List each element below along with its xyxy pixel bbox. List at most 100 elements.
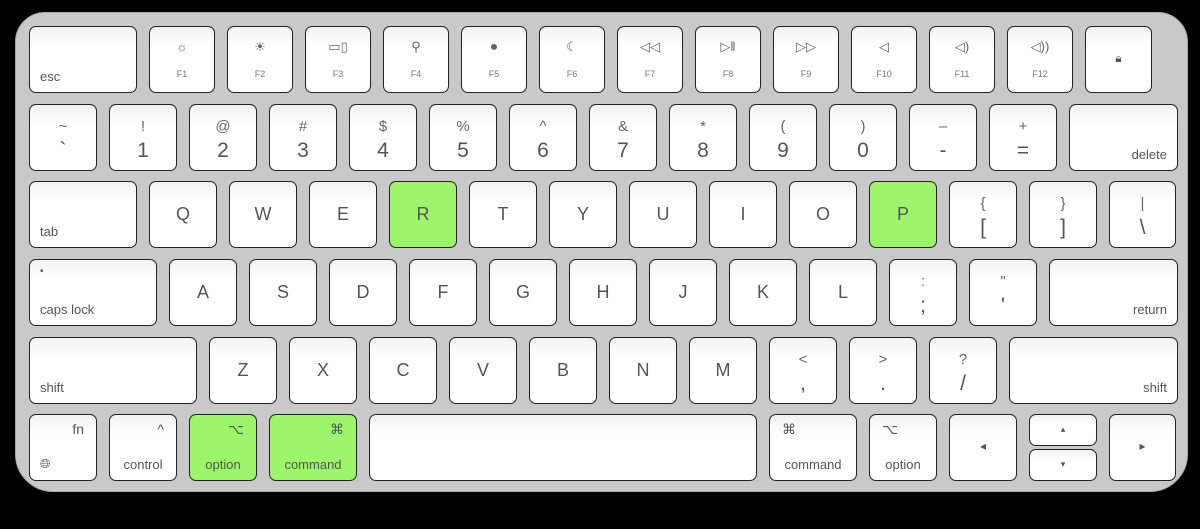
- key-a[interactable]: A: [169, 259, 237, 326]
- key-fn[interactable]: fn 🌐︎: [29, 414, 97, 481]
- key-quote[interactable]: " ': [969, 259, 1037, 326]
- key-delete[interactable]: delete: [1069, 104, 1178, 171]
- key-arrow-up[interactable]: ▴: [1029, 414, 1097, 446]
- key-arrow-right[interactable]: ▸: [1109, 414, 1176, 481]
- key-4[interactable]: $4: [349, 104, 417, 171]
- key-o[interactable]: O: [789, 181, 857, 248]
- key-slash[interactable]: ? /: [929, 337, 997, 404]
- key-f10[interactable]: ◁ F10: [851, 26, 917, 93]
- key-label: return: [1133, 302, 1167, 317]
- key-z[interactable]: Z: [209, 337, 277, 404]
- key-option-right[interactable]: ⌥ option: [869, 414, 937, 481]
- key-f5[interactable]: ⏺ F5: [461, 26, 527, 93]
- key-f11[interactable]: ◁) F11: [929, 26, 995, 93]
- key-row: fn 🌐︎ ^ control ⌥ option ⌘ command ⌘ command ⌥ opti…: [29, 414, 1176, 481]
- key-f6[interactable]: ☾ F6: [539, 26, 605, 93]
- key-k[interactable]: K: [729, 259, 797, 326]
- key-minus[interactable]: – -: [909, 104, 977, 171]
- key-option-left[interactable]: ⌥ option: [189, 414, 257, 481]
- key-f12[interactable]: ◁)) F12: [1007, 26, 1073, 93]
- key-p[interactable]: P: [869, 181, 937, 248]
- fast-forward-icon: ▷▷: [796, 39, 816, 54]
- key-s[interactable]: S: [249, 259, 317, 326]
- key-row: • caps lock A S D F G H J K L:; " ' return: [29, 259, 1178, 326]
- key-command-left[interactable]: ⌘ command: [269, 414, 357, 481]
- key-label: R: [416, 204, 430, 224]
- key-f9[interactable]: ▷▷ F9: [773, 26, 839, 93]
- key-0[interactable]: ) 0: [829, 104, 897, 171]
- arrow-up-icon: ▴: [1060, 424, 1066, 434]
- key-g[interactable]: G: [489, 259, 557, 326]
- key-bracket-right[interactable]: }]: [1029, 181, 1097, 248]
- key-f2[interactable]: ☀ F2: [227, 26, 293, 93]
- key-f8[interactable]: ▷‖ F8: [695, 26, 761, 93]
- microphone-icon: ⏺: [490, 39, 498, 54]
- modifier-symbol-icon: ⌥: [227, 421, 244, 437]
- key-arrow-down[interactable]: ▾: [1029, 449, 1097, 481]
- key-control[interactable]: ^ control: [109, 414, 177, 481]
- key-9[interactable]: (9: [749, 104, 817, 171]
- key-1[interactable]: ! 1: [109, 104, 177, 171]
- key-f7[interactable]: ◁◁ F7: [617, 26, 683, 93]
- key-label: .: [880, 372, 886, 395]
- key-3[interactable]: #3: [269, 104, 337, 171]
- key-r[interactable]: R: [389, 181, 457, 248]
- key-d[interactable]: D: [329, 259, 397, 326]
- key-q[interactable]: Q: [149, 181, 217, 248]
- key-e[interactable]: E: [309, 181, 377, 248]
- key-v[interactable]: V: [449, 337, 517, 404]
- key-command-right[interactable]: ⌘ command: [769, 414, 857, 481]
- key-7[interactable]: & 7: [589, 104, 657, 171]
- key-n[interactable]: N: [609, 337, 677, 404]
- key-b[interactable]: B: [529, 337, 597, 404]
- key-tab[interactable]: tab: [29, 181, 137, 248]
- key-w[interactable]: W: [229, 181, 297, 248]
- key-h[interactable]: H: [569, 259, 637, 326]
- keyboard: esc ☼ F1 ☀ F2 ▭▯ F3 ⚲ F4 ⏺ F5 ☾ F6 ◁◁ F7 ▷‖ F8 ▷▷ F9 ◁ F10 ◁)…: [15, 12, 1188, 492]
- key-arrow-left[interactable]: ◂: [949, 414, 1017, 481]
- key-c[interactable]: C: [369, 337, 437, 404]
- key-row: esc ☼ F1 ☀ F2 ▭▯ F3 ⚲ F4 ⏺ F5 ☾ F6 ◁◁ F7 ▷‖ F8 ▷▷ F9 ◁ F10 ◁)…: [29, 26, 1152, 93]
- key-f4[interactable]: ⚲ F4: [383, 26, 449, 93]
- key-x[interactable]: X: [289, 337, 357, 404]
- key-return[interactable]: return: [1049, 259, 1178, 326]
- key-label: O: [815, 204, 830, 224]
- key-label: fn: [72, 421, 84, 437]
- key-space[interactable]: [369, 414, 757, 481]
- key-2[interactable]: @2: [189, 104, 257, 171]
- key-comma[interactable]: <,: [769, 337, 837, 404]
- key-backtick[interactable]: ~ `: [29, 104, 97, 171]
- key-period[interactable]: >.: [849, 337, 917, 404]
- key-shift-right[interactable]: shift: [1009, 337, 1178, 404]
- key-8[interactable]: * 8: [669, 104, 737, 171]
- key-shift-left[interactable]: shift: [29, 337, 197, 404]
- key-lock[interactable]: 🔒︎: [1085, 26, 1152, 93]
- key-t[interactable]: T: [469, 181, 537, 248]
- key-f3[interactable]: ▭▯ F3: [305, 26, 371, 93]
- key-semicolon[interactable]: :;: [889, 259, 957, 326]
- key-label: 9: [777, 139, 789, 162]
- key-f1[interactable]: ☼ F1: [149, 26, 215, 93]
- arrow-up-down-cluster: ▴ ▾: [1029, 414, 1097, 481]
- key-label: F10: [876, 69, 892, 79]
- rewind-icon: ◁◁: [640, 39, 660, 54]
- key-i[interactable]: I: [709, 181, 777, 248]
- key-l[interactable]: L: [809, 259, 877, 326]
- key-shift-label: <: [798, 351, 808, 368]
- key-label: 7: [617, 139, 629, 162]
- key-label: option: [885, 457, 921, 472]
- key-caps-lock[interactable]: • caps lock: [29, 259, 157, 326]
- key-j[interactable]: J: [649, 259, 717, 326]
- key-label: J: [678, 282, 688, 302]
- key-backslash[interactable]: | \: [1109, 181, 1176, 248]
- key-f[interactable]: F: [409, 259, 477, 326]
- key-y[interactable]: Y: [549, 181, 617, 248]
- key-bracket-left[interactable]: {[: [949, 181, 1017, 248]
- key-equals[interactable]: + =: [989, 104, 1057, 171]
- key-esc[interactable]: esc: [29, 26, 137, 93]
- key-m[interactable]: M: [689, 337, 757, 404]
- key-6[interactable]: ^ 6: [509, 104, 577, 171]
- key-u[interactable]: U: [629, 181, 697, 248]
- key-5[interactable]: % 5: [429, 104, 497, 171]
- key-label: F1: [176, 69, 188, 79]
